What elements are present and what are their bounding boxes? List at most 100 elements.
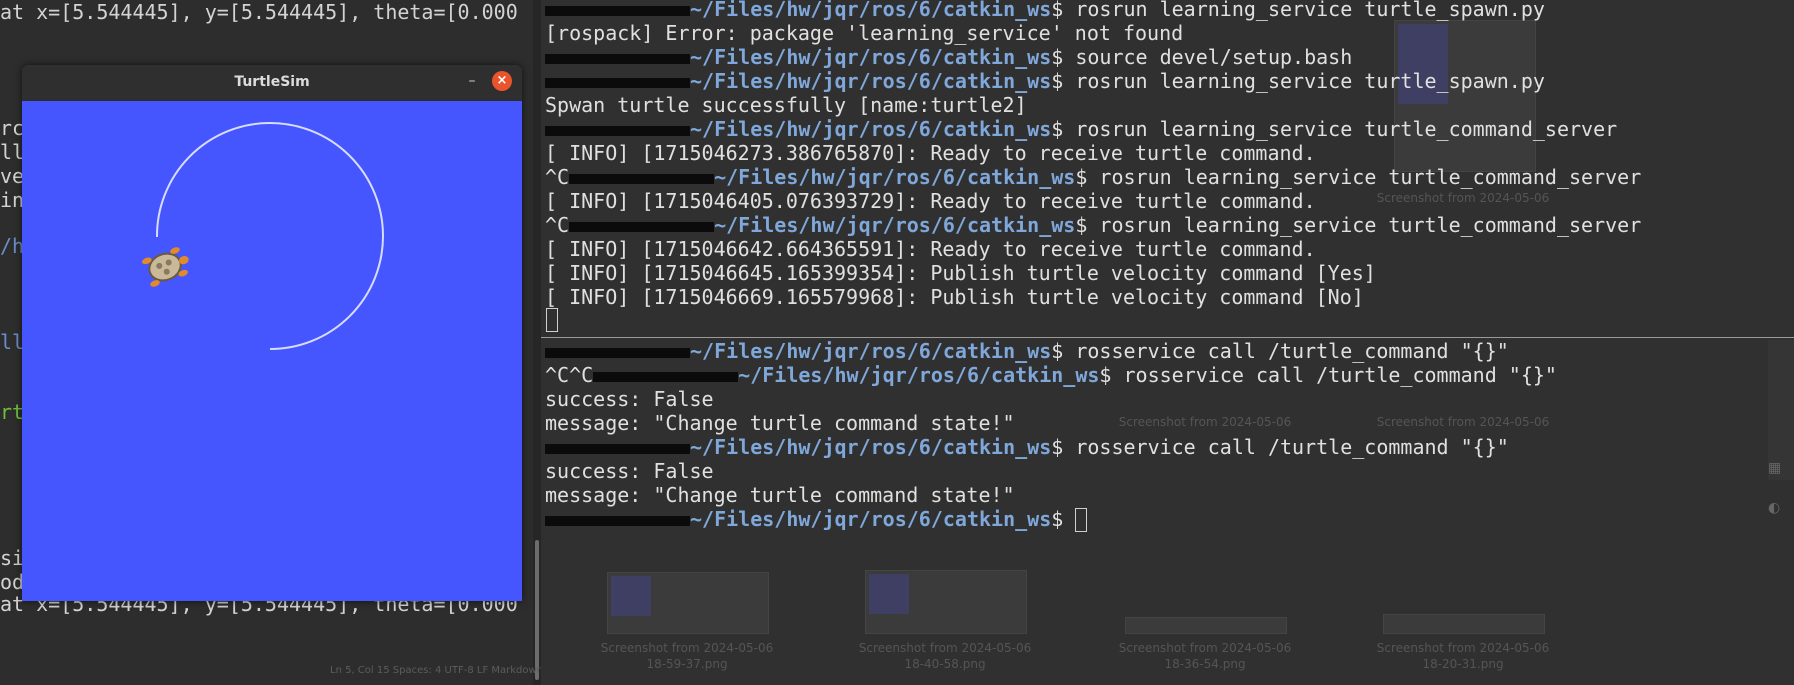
scrollbar-thumb[interactable]	[535, 540, 539, 680]
redacted-username	[569, 173, 715, 184]
prompt-path: ~/Files/hw/jqr/ros/6/catkin_ws	[690, 0, 1052, 21]
redacted-username	[545, 53, 690, 64]
file-thumbnail	[1383, 614, 1545, 634]
prompt-line: ~/Files/hw/jqr/ros/6/catkin_ws$ rosservi…	[545, 339, 1509, 363]
prompt-path: ~/Files/hw/jqr/ros/6/catkin_ws	[690, 435, 1052, 459]
file-name: Screenshot from 2024-05-06	[1376, 191, 1550, 205]
turtlesim-window[interactable]: TurtleSim – ×	[22, 65, 522, 601]
turtle-icon	[141, 247, 189, 287]
output-line: [ INFO] [1715046645.165399354]: Publish …	[545, 261, 1376, 285]
interrupt-text: ^C^C	[545, 363, 594, 387]
output-line: success: False	[545, 459, 714, 483]
command-text: $ rosservice call /turtle_command "{}"	[1051, 339, 1509, 363]
output-line: [ INFO] [1715046669.165579968]: Publish …	[545, 285, 1364, 309]
file-label: Screenshot from 2024-05-06	[1105, 414, 1305, 430]
window-titlebar[interactable]: TurtleSim – ×	[22, 65, 522, 100]
prompt-line: ^C ~/Files/hw/jqr/ros/6/catkin_ws$ rosrun…	[545, 213, 1641, 237]
prompt-path: ~/Files/hw/jqr/ros/6/catkin_ws	[738, 363, 1100, 387]
pane-divider[interactable]	[541, 337, 1794, 338]
redacted-username	[545, 347, 690, 358]
prompt-path: ~/Files/hw/jqr/ros/6/catkin_ws	[690, 507, 1052, 531]
command-text: $ rosrun learning_service turtle_command…	[1075, 213, 1642, 237]
prompt-line: ^C ~/Files/hw/jqr/ros/6/catkin_ws$ rosrun…	[545, 165, 1641, 189]
side-panel-edge	[1768, 340, 1794, 480]
terminal-window[interactable]: Screenshot from 2024-05-06 18-59-37.png S…	[541, 0, 1794, 685]
redacted-username	[545, 125, 690, 136]
redacted-username	[569, 221, 715, 232]
output-line: [ INFO] [1715046642.664365591]: Ready to…	[545, 237, 1316, 261]
terminal-line: rc	[0, 116, 24, 140]
redacted-username	[545, 5, 690, 16]
file-label: Screenshot from 2024-05-06	[1363, 190, 1563, 206]
command-text: $ rosrun learning_service turtle_command…	[1075, 165, 1642, 189]
turtle-path	[141, 122, 384, 350]
prompt-path: ~/Files/hw/jqr/ros/6/catkin_ws	[714, 165, 1076, 189]
command-text: $ rosrun learning_service turtle_command…	[1051, 117, 1618, 141]
file-label: Screenshot from 2024-05-06	[1363, 414, 1563, 430]
file-label: Screenshot from 2024-05-06 18-40-58.png	[845, 640, 1045, 672]
file-name: Screenshot from 2024-05-06	[1376, 641, 1550, 655]
grid-icon[interactable]: ▦	[1768, 460, 1781, 476]
output-line: [ INFO] [1715046405.076393729]: Ready to…	[545, 189, 1316, 213]
file-label: Screenshot from 2024-05-06 18-20-31.png	[1363, 640, 1563, 672]
terminal-text: /h	[0, 234, 25, 258]
terminal-text: rc	[0, 116, 25, 140]
prompt-line: ~/Files/hw/jqr/ros/6/catkin_ws$ rosservi…	[545, 435, 1509, 459]
command-text: $ source devel/setup.bash	[1051, 45, 1353, 69]
file-thumbnail	[1125, 617, 1287, 634]
prompt-line: ~/Files/hw/jqr/ros/6/catkin_ws$	[545, 507, 1075, 531]
interrupt-text: ^C	[545, 165, 570, 189]
terminal-line: /h	[0, 234, 24, 258]
file-sub: 18-36-54.png	[1164, 657, 1246, 671]
command-text: $ rosservice call /turtle_command "{}"	[1099, 363, 1557, 387]
file-sub: 18-20-31.png	[1422, 657, 1504, 671]
minimize-button[interactable]: –	[462, 71, 482, 91]
prompt-path: ~/Files/hw/jqr/ros/6/catkin_ws	[714, 213, 1076, 237]
file-thumbnail	[1394, 20, 1536, 172]
prompt-path: ~/Files/hw/jqr/ros/6/catkin_ws	[690, 117, 1052, 141]
file-name: Screenshot from 2024-05-06	[1118, 641, 1292, 655]
file-sub: 18-59-37.png	[646, 657, 728, 671]
file-name: Screenshot from 2024-05-06	[1118, 415, 1292, 429]
close-button[interactable]: ×	[492, 71, 512, 91]
terminal-text: at x=[5.544445], y=[5.544445], theta=[0.…	[0, 0, 518, 24]
file-name: Screenshot from 2024-05-06	[1376, 415, 1550, 429]
terminal-cursor	[546, 308, 558, 332]
editor-status-bar: Ln 5, Col 15 Spaces: 4 UTF-8 LF Markdown	[330, 665, 544, 676]
interrupt-text: ^C	[545, 213, 570, 237]
output-line: [rospack] Error: package 'learning_servi…	[545, 21, 1184, 45]
output-line: Spwan turtle successfully [name:turtle2]	[545, 93, 1027, 117]
file-thumbnail	[865, 570, 1027, 634]
left-terminal-scrollbar[interactable]	[533, 0, 541, 685]
terminal-cursor	[1075, 508, 1087, 532]
output-line: message: "Change turtle command state!"	[545, 411, 1015, 435]
file-label: Screenshot from 2024-05-06 18-59-37.png	[587, 640, 787, 672]
prompt-line: ^C^C ~/Files/hw/jqr/ros/6/catkin_ws$ ross…	[545, 363, 1557, 387]
turtlesim-canvas	[22, 101, 522, 601]
output-line: success: False	[545, 387, 714, 411]
headset-icon[interactable]: ◐	[1768, 500, 1780, 516]
redacted-username	[545, 443, 690, 454]
prompt-path: ~/Files/hw/jqr/ros/6/catkin_ws	[690, 339, 1052, 363]
file-sub: 18-40-58.png	[904, 657, 986, 671]
prompt-path: ~/Files/hw/jqr/ros/6/catkin_ws	[690, 45, 1052, 69]
output-line: [ INFO] [1715046273.386765870]: Ready to…	[545, 141, 1316, 165]
prompt-line: ~/Files/hw/jqr/ros/6/catkin_ws$ rosrun l…	[545, 117, 1617, 141]
prompt-line: ~/Files/hw/jqr/ros/6/catkin_ws$ source d…	[545, 45, 1352, 69]
command-text: $	[1051, 507, 1076, 531]
redacted-username	[593, 371, 739, 382]
output-line: message: "Change turtle command state!"	[545, 483, 1015, 507]
file-thumbnail	[607, 572, 769, 634]
command-text: $ rosrun learning_service turtle_spawn.p…	[1051, 0, 1545, 21]
file-name: Screenshot from 2024-05-06	[600, 641, 774, 655]
redacted-username	[545, 515, 690, 526]
file-label: Screenshot from 2024-05-06 18-36-54.png	[1105, 640, 1305, 672]
file-name: Screenshot from 2024-05-06	[858, 641, 1032, 655]
prompt-line: ~/Files/hw/jqr/ros/6/catkin_ws$ rosrun l…	[545, 69, 1545, 93]
terminal-line: at x=[5.544445], y=[5.544445], theta=[0.…	[0, 0, 518, 24]
window-title: TurtleSim	[234, 74, 310, 90]
command-text: $ rosrun learning_service turtle_spawn.p…	[1051, 69, 1545, 93]
prompt-path: ~/Files/hw/jqr/ros/6/catkin_ws	[690, 69, 1052, 93]
redacted-username	[545, 77, 690, 88]
prompt-line: ~/Files/hw/jqr/ros/6/catkin_ws$ rosrun l…	[545, 0, 1545, 21]
